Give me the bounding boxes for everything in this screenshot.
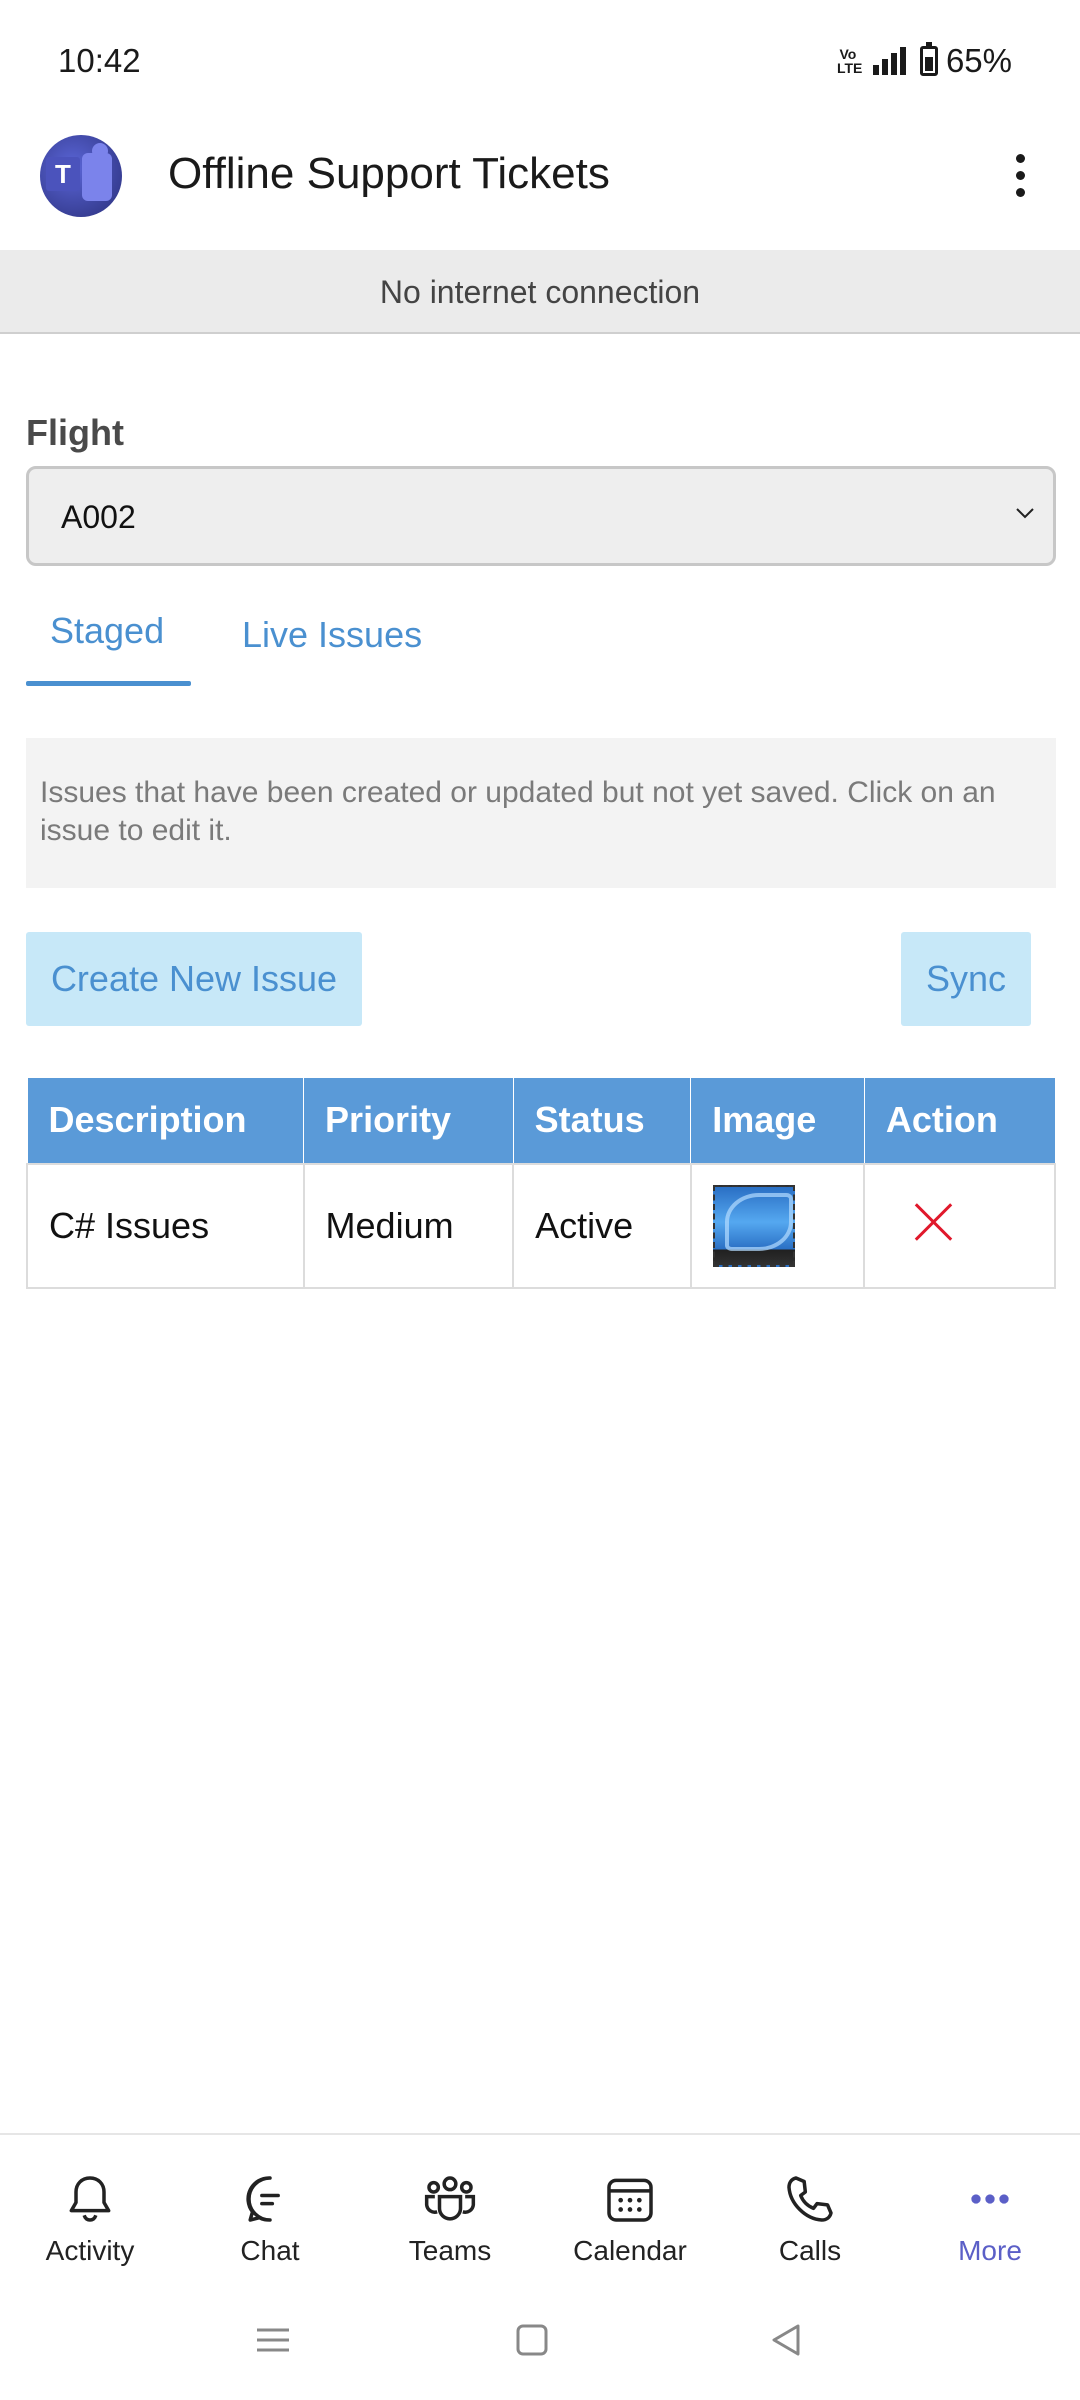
chevron-down-icon [1016, 508, 1034, 519]
column-header-status: Status [512, 1077, 692, 1164]
staged-info-text: Issues that have been created or updated… [26, 738, 1056, 888]
cell-action [863, 1162, 1056, 1289]
system-navigation-bar [0, 2288, 1080, 2400]
battery-percent: 65% [945, 42, 1012, 79]
nav-item-calendar[interactable]: Calendar [540, 2135, 720, 2288]
nav-item-more[interactable]: More [900, 2135, 1080, 2288]
cell-image[interactable] [689, 1162, 866, 1289]
phone-icon [787, 2176, 833, 2222]
column-header-image: Image [690, 1077, 865, 1164]
cell-priority[interactable]: Medium [302, 1162, 515, 1289]
battery-icon [919, 42, 938, 76]
issues-table: Description Priority Status Image Action… [26, 1077, 1056, 1289]
calendar-icon [607, 2178, 653, 2222]
nav-label-more: More [958, 2235, 1022, 2266]
page-title: Offline Support Tickets [168, 149, 610, 198]
status-indicators: Vo LTE 65% [837, 42, 1012, 80]
table-row[interactable]: C# Issues Medium Active [26, 1162, 1056, 1289]
issue-image-thumbnail[interactable] [712, 1184, 795, 1267]
flight-label: Flight [26, 412, 124, 453]
teams-logo-icon[interactable]: T [40, 135, 122, 217]
nav-label-calendar: Calendar [573, 2235, 687, 2266]
nav-item-teams[interactable]: Teams [360, 2135, 540, 2288]
offline-banner: No internet connection [0, 250, 1080, 334]
bottom-navigation: Activity Chat Teams Calendar Calls More [0, 2133, 1080, 2288]
tab-staged[interactable]: Staged [50, 610, 164, 652]
cell-status[interactable]: Active [512, 1162, 692, 1289]
status-time: 10:42 [58, 42, 141, 79]
back-icon[interactable] [766, 2320, 806, 2360]
nav-item-activity[interactable]: Activity [0, 2135, 180, 2288]
cell-description[interactable]: C# Issues [26, 1162, 305, 1289]
nav-item-chat[interactable]: Chat [180, 2135, 360, 2288]
nav-label-chat: Chat [240, 2235, 300, 2266]
create-new-issue-button[interactable]: Create New Issue [26, 932, 362, 1026]
volte-icon: Vo LTE [836, 46, 863, 76]
nav-label-calls: Calls [778, 2235, 842, 2266]
chat-icon [246, 2176, 280, 2222]
delete-icon[interactable] [914, 1201, 954, 1241]
signal-icon [872, 47, 906, 75]
more-horizontal-icon [971, 2194, 1009, 2204]
flight-select[interactable]: A002 [26, 466, 1056, 566]
column-header-description: Description [26, 1077, 305, 1164]
nav-label-activity: Activity [45, 2235, 135, 2266]
status-bar: 10:42 Vo LTE 65% [0, 0, 1080, 125]
active-tab-indicator [26, 681, 191, 686]
teams-icon [424, 2176, 476, 2221]
app-header: T Offline Support Tickets [0, 125, 1080, 250]
tab-live-issues[interactable]: Live Issues [242, 614, 422, 656]
flight-selected-value: A002 [61, 499, 136, 535]
nav-item-calls[interactable]: Calls [720, 2135, 900, 2288]
more-vertical-icon[interactable] [1000, 145, 1040, 205]
column-header-action: Action [863, 1077, 1056, 1164]
home-icon[interactable] [512, 2320, 552, 2360]
nav-label-teams: Teams [408, 2235, 492, 2266]
table-header-row: Description Priority Status Image Action [26, 1077, 1056, 1164]
bell-icon [69, 2176, 111, 2222]
recents-icon[interactable] [253, 2320, 293, 2360]
sync-button[interactable]: Sync [901, 932, 1031, 1026]
column-header-priority: Priority [303, 1077, 514, 1164]
